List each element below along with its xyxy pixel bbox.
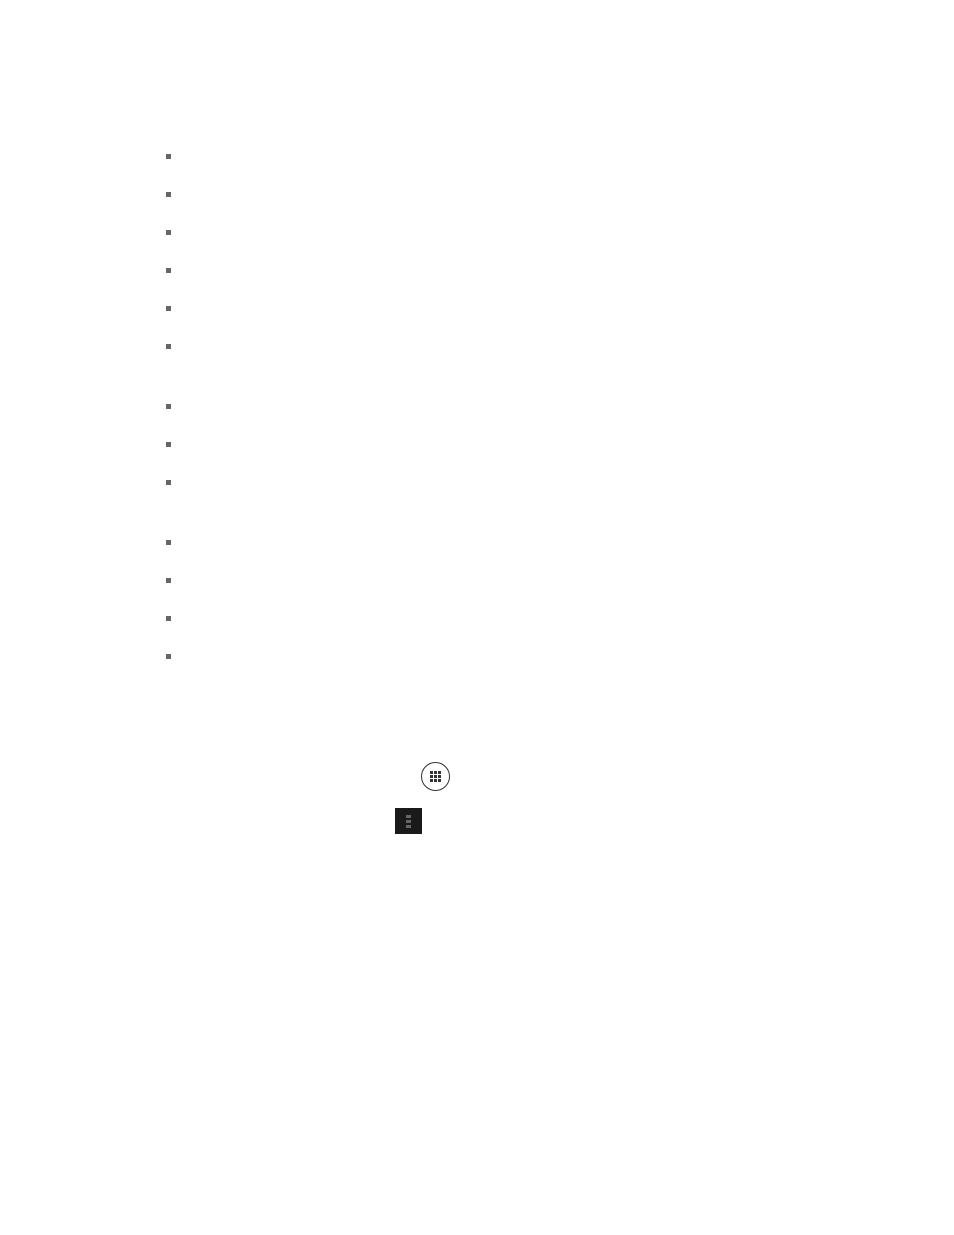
list-bullet <box>166 616 171 621</box>
list-bullet <box>166 578 171 583</box>
list-bullet <box>166 442 171 447</box>
apps-grid-button[interactable] <box>421 762 450 791</box>
list-bullet <box>166 540 171 545</box>
list-bullet <box>166 344 171 349</box>
list-bullet <box>166 654 171 659</box>
list-bullet <box>166 480 171 485</box>
list-bullet <box>166 404 171 409</box>
list-bullet <box>166 230 171 235</box>
list-bullet <box>166 268 171 273</box>
apps-grid-icon <box>430 771 441 782</box>
list-bullet <box>166 306 171 311</box>
list-bullet <box>166 192 171 197</box>
list-bullet <box>166 154 171 159</box>
menu-stack-button[interactable] <box>395 808 422 834</box>
bullet-list <box>166 154 171 692</box>
menu-stack-icon <box>406 815 411 828</box>
